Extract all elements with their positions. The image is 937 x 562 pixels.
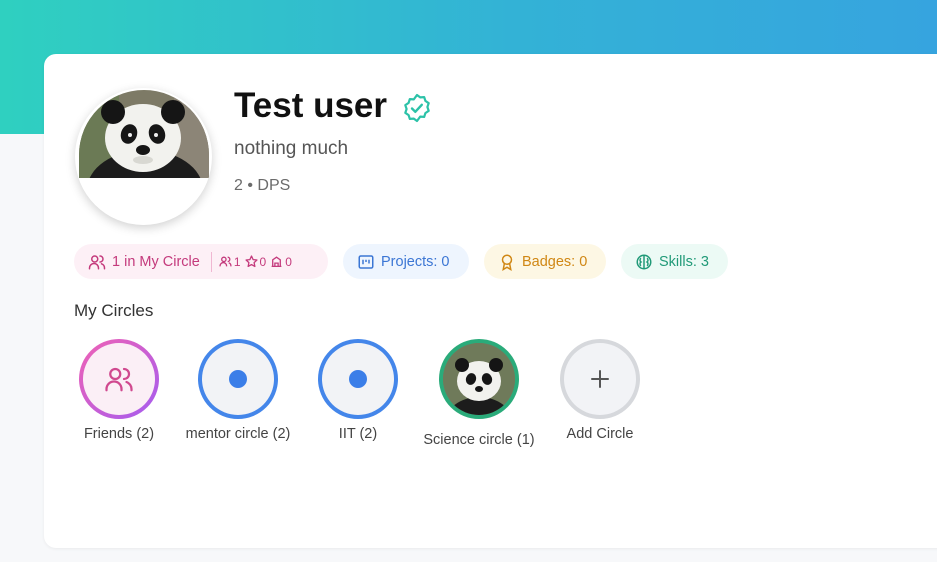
circle-friends[interactable]: Friends (2) bbox=[54, 339, 184, 442]
circle-avatar bbox=[443, 343, 515, 415]
skills-stat-label: Skills: 3 bbox=[659, 253, 709, 270]
profile-name: Test user bbox=[234, 86, 388, 125]
skills-stat-pill[interactable]: Skills: 3 bbox=[621, 244, 728, 279]
orgs-mini-stat: 0 bbox=[270, 255, 292, 269]
members-mini-count: 1 bbox=[233, 254, 241, 269]
stars-mini-count: 0 bbox=[259, 254, 267, 269]
circle-avatar bbox=[564, 343, 636, 415]
circle-dot-icon bbox=[349, 370, 367, 388]
circle-label: Friends (2) bbox=[83, 426, 155, 442]
projects-icon bbox=[358, 254, 374, 269]
circle-ring bbox=[198, 339, 278, 419]
circle-mentor[interactable]: mentor circle (2) bbox=[173, 339, 303, 442]
badges-stat-label: Badges: 0 bbox=[522, 253, 588, 270]
building-icon bbox=[271, 256, 282, 268]
circle-avatar bbox=[322, 343, 394, 415]
projects-stat-pill[interactable]: Projects: 0 bbox=[343, 244, 469, 279]
add-circle-button[interactable]: Add Circle bbox=[535, 339, 665, 442]
users-icon bbox=[88, 254, 106, 269]
star-icon bbox=[244, 255, 258, 268]
pill-divider bbox=[210, 251, 212, 272]
brain-icon bbox=[636, 254, 652, 269]
profile-bio: nothing much bbox=[234, 138, 349, 159]
badges-stat-pill[interactable]: Badges: 0 bbox=[484, 244, 606, 279]
projects-stat-label: Projects: 0 bbox=[381, 253, 450, 270]
badge-icon bbox=[501, 254, 513, 271]
stars-mini-stat: 0 bbox=[244, 254, 267, 269]
circle-science[interactable]: Science circle (1) bbox=[414, 339, 544, 448]
orgs-mini-count: 0 bbox=[285, 254, 292, 269]
circle-ring bbox=[560, 339, 640, 419]
circle-avatar bbox=[83, 343, 155, 415]
circle-iit[interactable]: IIT (2) bbox=[293, 339, 423, 442]
profile-avatar[interactable] bbox=[75, 88, 212, 225]
members-mini-stat: 1 bbox=[219, 255, 241, 269]
my-circle-count-label: 1 in My Circle bbox=[112, 253, 200, 270]
circle-label: Add Circle bbox=[566, 426, 634, 442]
circle-label: IIT (2) bbox=[338, 426, 378, 442]
circle-label: Science circle (1) bbox=[423, 432, 535, 448]
circle-dot-icon bbox=[229, 370, 247, 388]
my-circle-stat-pill[interactable]: 1 in My Circle 1 0 0 bbox=[74, 244, 328, 279]
my-circles-heading: My Circles bbox=[74, 301, 154, 320]
users-icon bbox=[105, 367, 133, 392]
circle-ring bbox=[318, 339, 398, 419]
circle-ring bbox=[79, 339, 159, 419]
verified-badge-icon bbox=[402, 93, 432, 123]
profile-meta: 2 • DPS bbox=[234, 177, 291, 194]
circle-avatar bbox=[202, 343, 274, 415]
circle-label: mentor circle (2) bbox=[185, 426, 291, 442]
plus-icon bbox=[591, 370, 609, 388]
panda-photo bbox=[443, 343, 515, 415]
circle-ring bbox=[439, 339, 519, 419]
users-icon bbox=[219, 256, 232, 267]
